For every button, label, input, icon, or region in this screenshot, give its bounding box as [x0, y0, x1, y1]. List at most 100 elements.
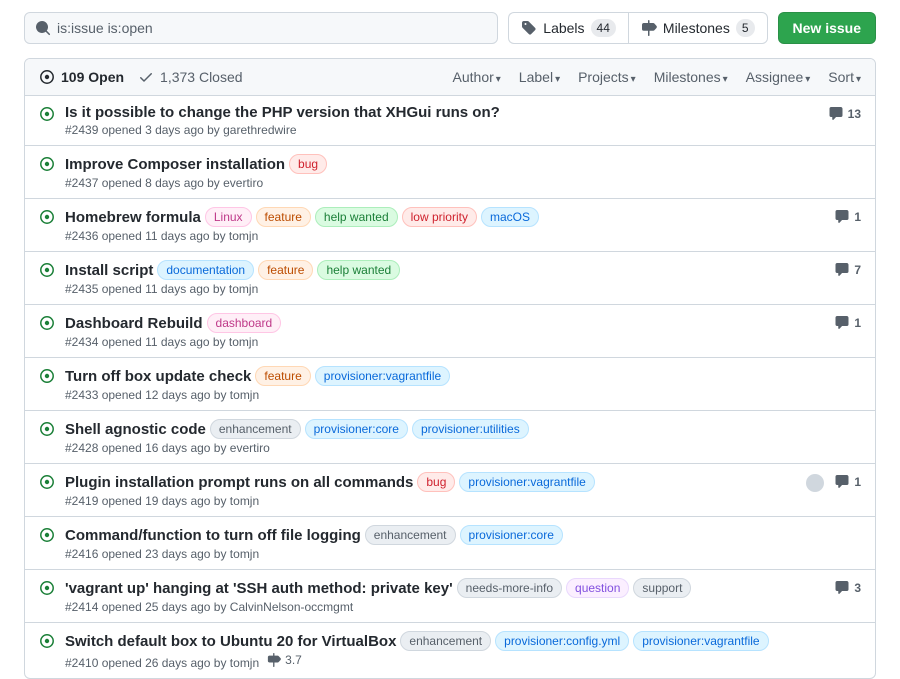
row-status-icon: [39, 525, 55, 561]
filter-projects[interactable]: Projects▾: [578, 69, 636, 85]
issue-label[interactable]: needs-more-info: [457, 578, 562, 598]
milestone-icon: [267, 653, 281, 667]
issue-open-icon: [39, 315, 55, 331]
closed-tab[interactable]: 1,373 Closed: [138, 69, 243, 85]
row-status-icon: [39, 419, 55, 455]
issue-open-icon: [39, 69, 55, 85]
issue-row: Improve Composer installationbug #2437 op…: [25, 146, 875, 199]
issue-title-link[interactable]: Turn off box update check: [65, 368, 251, 385]
comment-icon: [834, 315, 850, 331]
issue-row: Is it possible to change the PHP version…: [25, 96, 875, 146]
issue-open-icon: [39, 474, 55, 490]
issue-open-icon: [39, 209, 55, 225]
row-status-icon: [39, 313, 55, 349]
issue-label[interactable]: bug: [417, 472, 455, 492]
row-status-icon: [39, 104, 55, 137]
issue-milestone[interactable]: 3.7: [267, 653, 302, 667]
issue-label[interactable]: provisioner:vagrantfile: [315, 366, 450, 386]
tag-icon: [521, 20, 537, 36]
issue-row: Command/function to turn off file loggin…: [25, 517, 875, 570]
issue-row: 'vagrant up' hanging at 'SSH auth method…: [25, 570, 875, 623]
issue-title-link[interactable]: Plugin installation prompt runs on all c…: [65, 474, 413, 491]
issue-open-icon: [39, 580, 55, 596]
issue-row: Install scriptdocumentationfeaturehelp w…: [25, 252, 875, 305]
issue-title-link[interactable]: Switch default box to Ubuntu 20 for Virt…: [65, 633, 396, 650]
issue-label[interactable]: documentation: [157, 260, 254, 280]
open-count: 109 Open: [61, 69, 124, 85]
comment-icon: [834, 209, 850, 225]
issue-meta: #2439 opened 3 days ago by garethredwire: [65, 123, 818, 137]
issue-label[interactable]: provisioner:core: [305, 419, 408, 439]
issue-label[interactable]: feature: [255, 366, 310, 386]
issue-row: Dashboard Rebuilddashboard#2434 opened 1…: [25, 305, 875, 358]
issue-title-link[interactable]: Install script: [65, 262, 153, 279]
filter-sort[interactable]: Sort▾: [828, 69, 861, 85]
filter-bar: Author▾ Label▾ Projects▾ Milestones▾ Ass…: [453, 69, 861, 85]
issue-label[interactable]: enhancement: [365, 525, 456, 545]
issue-label[interactable]: bug: [289, 154, 327, 174]
issue-meta: #2414 opened 25 days ago by CalvinNelson…: [65, 600, 824, 614]
issue-label[interactable]: help wanted: [317, 260, 400, 280]
issue-label[interactable]: enhancement: [400, 631, 491, 651]
list-header: 109 Open 1,373 Closed Author▾ Label▾ Pro…: [25, 59, 875, 96]
issue-meta: #2410 opened 26 days ago by tomjn3.7: [65, 653, 851, 670]
issue-title-link[interactable]: Shell agnostic code: [65, 421, 206, 438]
milestones-label: Milestones: [663, 20, 730, 36]
row-status-icon: [39, 154, 55, 190]
closed-count: 1,373 Closed: [160, 69, 243, 85]
issue-label[interactable]: feature: [258, 260, 313, 280]
comments-link[interactable]: 7: [834, 262, 861, 278]
issue-label[interactable]: macOS: [481, 207, 539, 227]
issue-row: Homebrew formulaLinuxfeaturehelp wantedl…: [25, 199, 875, 252]
filter-milestones[interactable]: Milestones▾: [654, 69, 728, 85]
filter-author[interactable]: Author▾: [453, 69, 501, 85]
issue-row: Switch default box to Ubuntu 20 for Virt…: [25, 623, 875, 678]
issue-label[interactable]: provisioner:vagrantfile: [459, 472, 594, 492]
issue-label[interactable]: feature: [256, 207, 311, 227]
comments-link[interactable]: 1: [834, 315, 861, 331]
issue-meta: #2435 opened 11 days ago by tomjn: [65, 282, 824, 296]
issue-label[interactable]: Linux: [205, 207, 252, 227]
row-status-icon: [39, 631, 55, 670]
issue-label[interactable]: dashboard: [207, 313, 282, 333]
issue-open-icon: [39, 633, 55, 649]
issue-title-link[interactable]: Is it possible to change the PHP version…: [65, 104, 500, 121]
search-input[interactable]: [57, 20, 487, 36]
issue-title-link[interactable]: Command/function to turn off file loggin…: [65, 527, 361, 544]
issue-label[interactable]: low priority: [402, 207, 477, 227]
row-status-icon: [39, 578, 55, 614]
issue-row: Turn off box update checkfeatureprovisio…: [25, 358, 875, 411]
issue-open-icon: [39, 156, 55, 172]
issue-title-link[interactable]: 'vagrant up' hanging at 'SSH auth method…: [65, 580, 453, 597]
issue-meta: #2437 opened 8 days ago by evertiro: [65, 176, 851, 190]
issue-title-link[interactable]: Homebrew formula: [65, 209, 201, 226]
labels-button[interactable]: Labels 44: [508, 12, 628, 44]
filter-label[interactable]: Label▾: [519, 69, 560, 85]
filter-assignee[interactable]: Assignee▾: [746, 69, 811, 85]
milestone-icon: [641, 20, 657, 36]
search-input-wrap[interactable]: [24, 12, 498, 44]
comments-link[interactable]: 1: [834, 209, 861, 225]
labels-label: Labels: [543, 20, 584, 36]
issue-label[interactable]: support: [633, 578, 691, 598]
issue-title-link[interactable]: Dashboard Rebuild: [65, 315, 203, 332]
issue-label[interactable]: provisioner:core: [460, 525, 563, 545]
issue-label[interactable]: provisioner:utilities: [412, 419, 529, 439]
issue-label[interactable]: help wanted: [315, 207, 398, 227]
issue-label[interactable]: question: [566, 578, 629, 598]
open-tab[interactable]: 109 Open: [39, 69, 124, 85]
issue-label[interactable]: provisioner:vagrantfile: [633, 631, 768, 651]
comments-link[interactable]: 3: [834, 580, 861, 596]
assignee-avatar[interactable]: [806, 474, 824, 492]
issue-label[interactable]: provisioner:config.yml: [495, 631, 629, 651]
issues-list: 109 Open 1,373 Closed Author▾ Label▾ Pro…: [24, 58, 876, 679]
issue-open-icon: [39, 262, 55, 278]
issue-title-link[interactable]: Improve Composer installation: [65, 156, 285, 173]
new-issue-button[interactable]: New issue: [778, 12, 876, 44]
issue-label[interactable]: enhancement: [210, 419, 301, 439]
comments-link[interactable]: 13: [828, 106, 861, 122]
issue-meta: #2436 opened 11 days ago by tomjn: [65, 229, 824, 243]
milestones-button[interactable]: Milestones 5: [628, 12, 768, 44]
issue-meta: #2428 opened 16 days ago by evertiro: [65, 441, 851, 455]
comments-link[interactable]: 1: [834, 474, 861, 490]
